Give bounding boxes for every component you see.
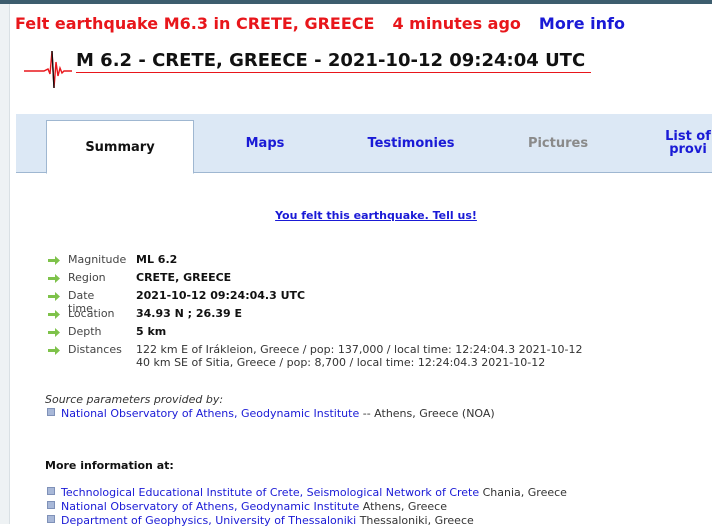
agency-link[interactable]: Technological Educational Institute of C… bbox=[61, 486, 479, 499]
tab-list-label: List of provi bbox=[665, 129, 711, 157]
event-title: M 6.2 - CRETE, GREECE - 2021-10-12 09:24… bbox=[76, 50, 586, 71]
bullet-icon bbox=[47, 487, 55, 495]
param-label: Distances bbox=[68, 343, 122, 356]
list-item: Department of Geophysics, University of … bbox=[45, 514, 567, 528]
param-value: CRETE, GREECE bbox=[136, 271, 232, 284]
tab-list-of-provinces[interactable]: List of provi bbox=[664, 114, 712, 172]
green-arrow-icon bbox=[48, 256, 60, 265]
bullet-icon bbox=[47, 501, 55, 509]
more-information: More information at: Technological Educa… bbox=[45, 459, 567, 528]
bullet-icon bbox=[47, 408, 55, 416]
green-arrow-icon bbox=[48, 310, 60, 319]
param-label: Magnitude bbox=[68, 253, 127, 266]
more-info-link[interactable]: More info bbox=[539, 14, 625, 33]
green-arrow-icon bbox=[48, 292, 60, 301]
agency-place: Thessaloniki, Greece bbox=[359, 514, 474, 527]
param-value: 2021-10-12 09:24:04.3 UTC bbox=[136, 289, 306, 302]
seismogram-icon bbox=[24, 50, 72, 89]
top-strip bbox=[0, 0, 712, 4]
source-heading: Source parameters provided by: bbox=[45, 393, 224, 406]
param-value: ML 6.2 bbox=[136, 253, 178, 266]
left-rail bbox=[0, 4, 10, 524]
param-label: Depth bbox=[68, 325, 102, 338]
bullet-icon bbox=[47, 515, 55, 523]
title-underline bbox=[76, 72, 591, 73]
tab-bar: Summary Maps Testimonies Pictures List o… bbox=[16, 114, 712, 174]
agency-link[interactable]: National Observatory of Athens, Geodynam… bbox=[61, 500, 359, 513]
green-arrow-icon bbox=[48, 328, 60, 337]
distance-line-2: 40 km SE of Sitia, Greece / pop: 8,700 /… bbox=[136, 356, 546, 369]
source-parameters: Source parameters provided by: National … bbox=[45, 393, 495, 420]
more-info-heading: More information at: bbox=[45, 459, 174, 472]
source-agency-link[interactable]: National Observatory of Athens, Geodynam… bbox=[61, 407, 359, 420]
felt-banner: Felt earthquake M6.3 in CRETE, GREECE 4 m… bbox=[15, 14, 625, 33]
tab-pictures[interactable]: Pictures bbox=[503, 114, 613, 172]
distance-line-1: 122 km E of Irákleion, Greece / pop: 137… bbox=[136, 343, 583, 356]
tab-testimonies[interactable]: Testimonies bbox=[356, 114, 466, 172]
felt-earthquake-text: Felt earthquake M6.3 in CRETE, GREECE bbox=[15, 14, 375, 33]
source-row: National Observatory of Athens, Geodynam… bbox=[45, 407, 495, 420]
param-value: 34.93 N ; 26.39 E bbox=[136, 307, 243, 320]
param-value-distances: 122 km E of Irákleion, Greece / pop: 137… bbox=[136, 343, 583, 369]
source-suffix: -- Athens, Greece (NOA) bbox=[362, 407, 495, 420]
time-ago-text: 4 minutes ago bbox=[392, 14, 521, 33]
param-label: Region bbox=[68, 271, 106, 284]
tab-maps[interactable]: Maps bbox=[211, 114, 319, 172]
param-value: 5 km bbox=[136, 325, 167, 338]
param-label: Location bbox=[68, 307, 115, 320]
tab-summary[interactable]: Summary bbox=[46, 120, 194, 174]
agency-place: Athens, Greece bbox=[362, 500, 447, 513]
green-arrow-icon bbox=[48, 346, 60, 355]
agency-link[interactable]: Department of Geophysics, University of … bbox=[61, 514, 356, 527]
green-arrow-icon bbox=[48, 274, 60, 283]
list-item: Technological Educational Institute of C… bbox=[45, 486, 567, 500]
agency-place: Chania, Greece bbox=[482, 486, 567, 499]
list-item: National Observatory of Athens, Geodynam… bbox=[45, 500, 567, 514]
felt-report-link[interactable]: You felt this earthquake. Tell us! bbox=[0, 209, 712, 222]
